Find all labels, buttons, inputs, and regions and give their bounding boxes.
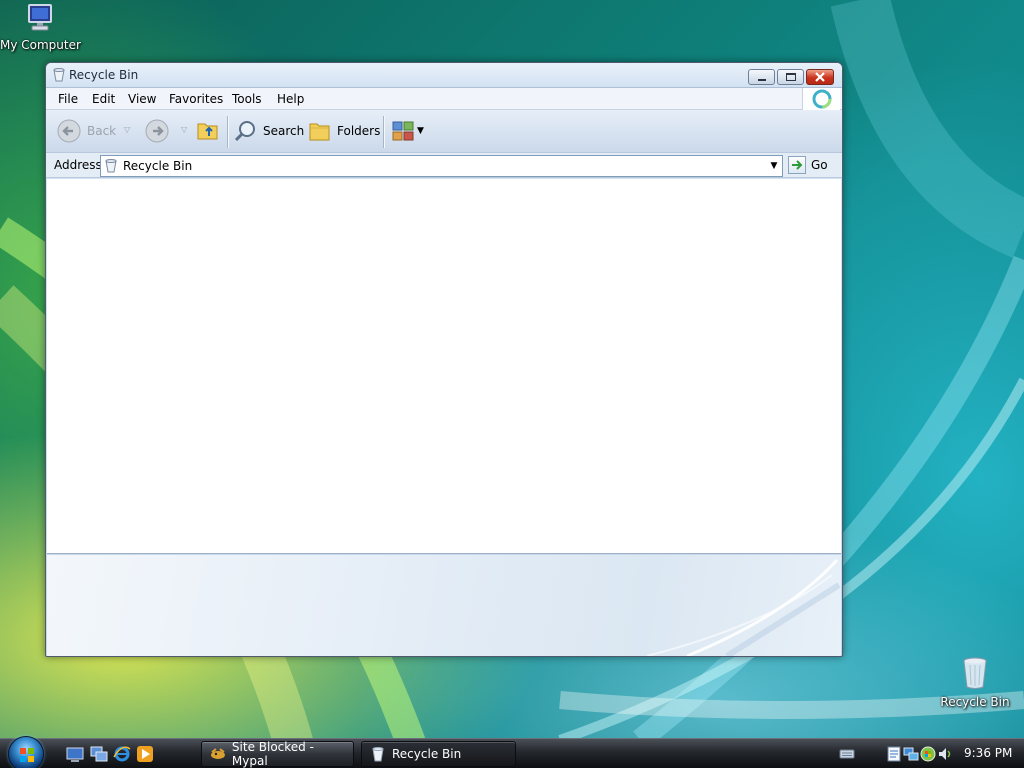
- views-dropdown-icon: ▼: [417, 126, 424, 136]
- keyboard-icon[interactable]: [839, 746, 855, 762]
- task-button-site-blocked[interactable]: Site Blocked - Mypal: [201, 740, 354, 768]
- start-button[interactable]: [8, 736, 44, 768]
- menu-view[interactable]: View: [128, 92, 156, 106]
- task-button-recycle-bin[interactable]: Recycle Bin: [361, 741, 516, 767]
- menu-favorites[interactable]: Favorites: [169, 92, 223, 106]
- close-button[interactable]: [806, 69, 834, 85]
- title-bar[interactable]: Recycle Bin: [46, 63, 842, 88]
- go-label: Go: [811, 158, 828, 172]
- clock[interactable]: 9:36 PM: [964, 746, 1012, 760]
- file-list-area[interactable]: [47, 179, 841, 554]
- security-center-icon[interactable]: [920, 746, 936, 762]
- details-pane: [47, 555, 841, 656]
- menu-file[interactable]: File: [58, 92, 78, 106]
- menu-bar: File Edit View Favorites Tools Help: [46, 88, 842, 110]
- forward-arrow-icon: [145, 119, 169, 143]
- address-input[interactable]: Recycle Bin ▼: [100, 155, 783, 177]
- restore-button[interactable]: [777, 69, 804, 85]
- details-pane-swoosh: [646, 558, 841, 656]
- toolbar-separator: [227, 116, 228, 148]
- address-dropdown-icon[interactable]: ▼: [766, 156, 782, 176]
- forward-dropdown-icon[interactable]: ▽: [181, 125, 187, 134]
- media-player-icon[interactable]: [136, 745, 154, 763]
- go-button[interactable]: Go: [788, 156, 828, 174]
- menu-edit[interactable]: Edit: [92, 92, 115, 106]
- desktop-icon-my-computer[interactable]: My Computer: [0, 3, 81, 52]
- folders-button[interactable]: Folders: [308, 119, 380, 143]
- back-arrow-icon: [57, 119, 81, 143]
- back-dropdown-icon[interactable]: ▽: [124, 125, 130, 134]
- go-arrow-icon: [788, 156, 806, 174]
- explorer-window[interactable]: Recycle Bin File Edit View Favorites Too…: [45, 62, 843, 657]
- windows-logo-icon: [20, 748, 34, 762]
- views-icon: [392, 121, 414, 141]
- search-label: Search: [263, 124, 305, 138]
- up-folder-button[interactable]: [196, 118, 220, 142]
- switch-windows-icon[interactable]: [90, 745, 108, 763]
- tray-document-icon[interactable]: [886, 746, 902, 762]
- desktop-icon-label: My Computer: [0, 38, 81, 52]
- back-button[interactable]: Back: [56, 118, 116, 144]
- close-icon: [815, 72, 825, 82]
- recycle-bin-icon: [105, 159, 117, 173]
- taskbar: Site Blocked - Mypal Recycle Bin 9:36 PM: [0, 736, 1024, 768]
- mypal-browser-icon: [210, 748, 225, 759]
- up-folder-icon: [197, 123, 218, 140]
- forward-button[interactable]: [144, 118, 170, 144]
- search-button[interactable]: Search: [234, 119, 304, 143]
- toolbar-separator: [383, 116, 384, 148]
- search-icon: [234, 121, 255, 142]
- recycle-bin-icon: [53, 68, 65, 82]
- address-value: Recycle Bin: [123, 159, 193, 173]
- views-button[interactable]: ▼: [391, 119, 424, 143]
- menu-help[interactable]: Help: [277, 92, 304, 106]
- throbber: [802, 88, 840, 110]
- address-label: Address: [54, 158, 102, 172]
- volume-icon[interactable]: [937, 746, 953, 762]
- toolbar: Back ▽ ▽ Search Folders ▼: [46, 110, 842, 153]
- task-label: Recycle Bin: [392, 747, 462, 761]
- folders-label: Folders: [337, 124, 381, 138]
- minimize-button[interactable]: [748, 69, 775, 85]
- desktop-icon-recycle-bin[interactable]: Recycle Bin: [935, 656, 1015, 709]
- restore-icon: [786, 73, 796, 81]
- folders-icon: [309, 123, 330, 141]
- show-desktop-icon[interactable]: [66, 745, 84, 763]
- address-bar: Address Recycle Bin ▼ Go: [46, 153, 842, 178]
- desktop-icon-label: Recycle Bin: [940, 695, 1010, 709]
- computer-icon: [28, 4, 52, 31]
- menu-tools[interactable]: Tools: [232, 92, 262, 106]
- minimize-icon: [758, 79, 766, 81]
- task-label: Site Blocked - Mypal: [231, 740, 314, 768]
- recycle-bin-icon: [963, 657, 987, 689]
- network-icon[interactable]: [903, 746, 919, 762]
- windows-throbber-icon: [812, 89, 832, 109]
- window-title: Recycle Bin: [69, 68, 139, 82]
- recycle-bin-icon: [372, 747, 384, 762]
- back-label: Back: [87, 124, 117, 138]
- internet-explorer-icon[interactable]: [113, 745, 131, 763]
